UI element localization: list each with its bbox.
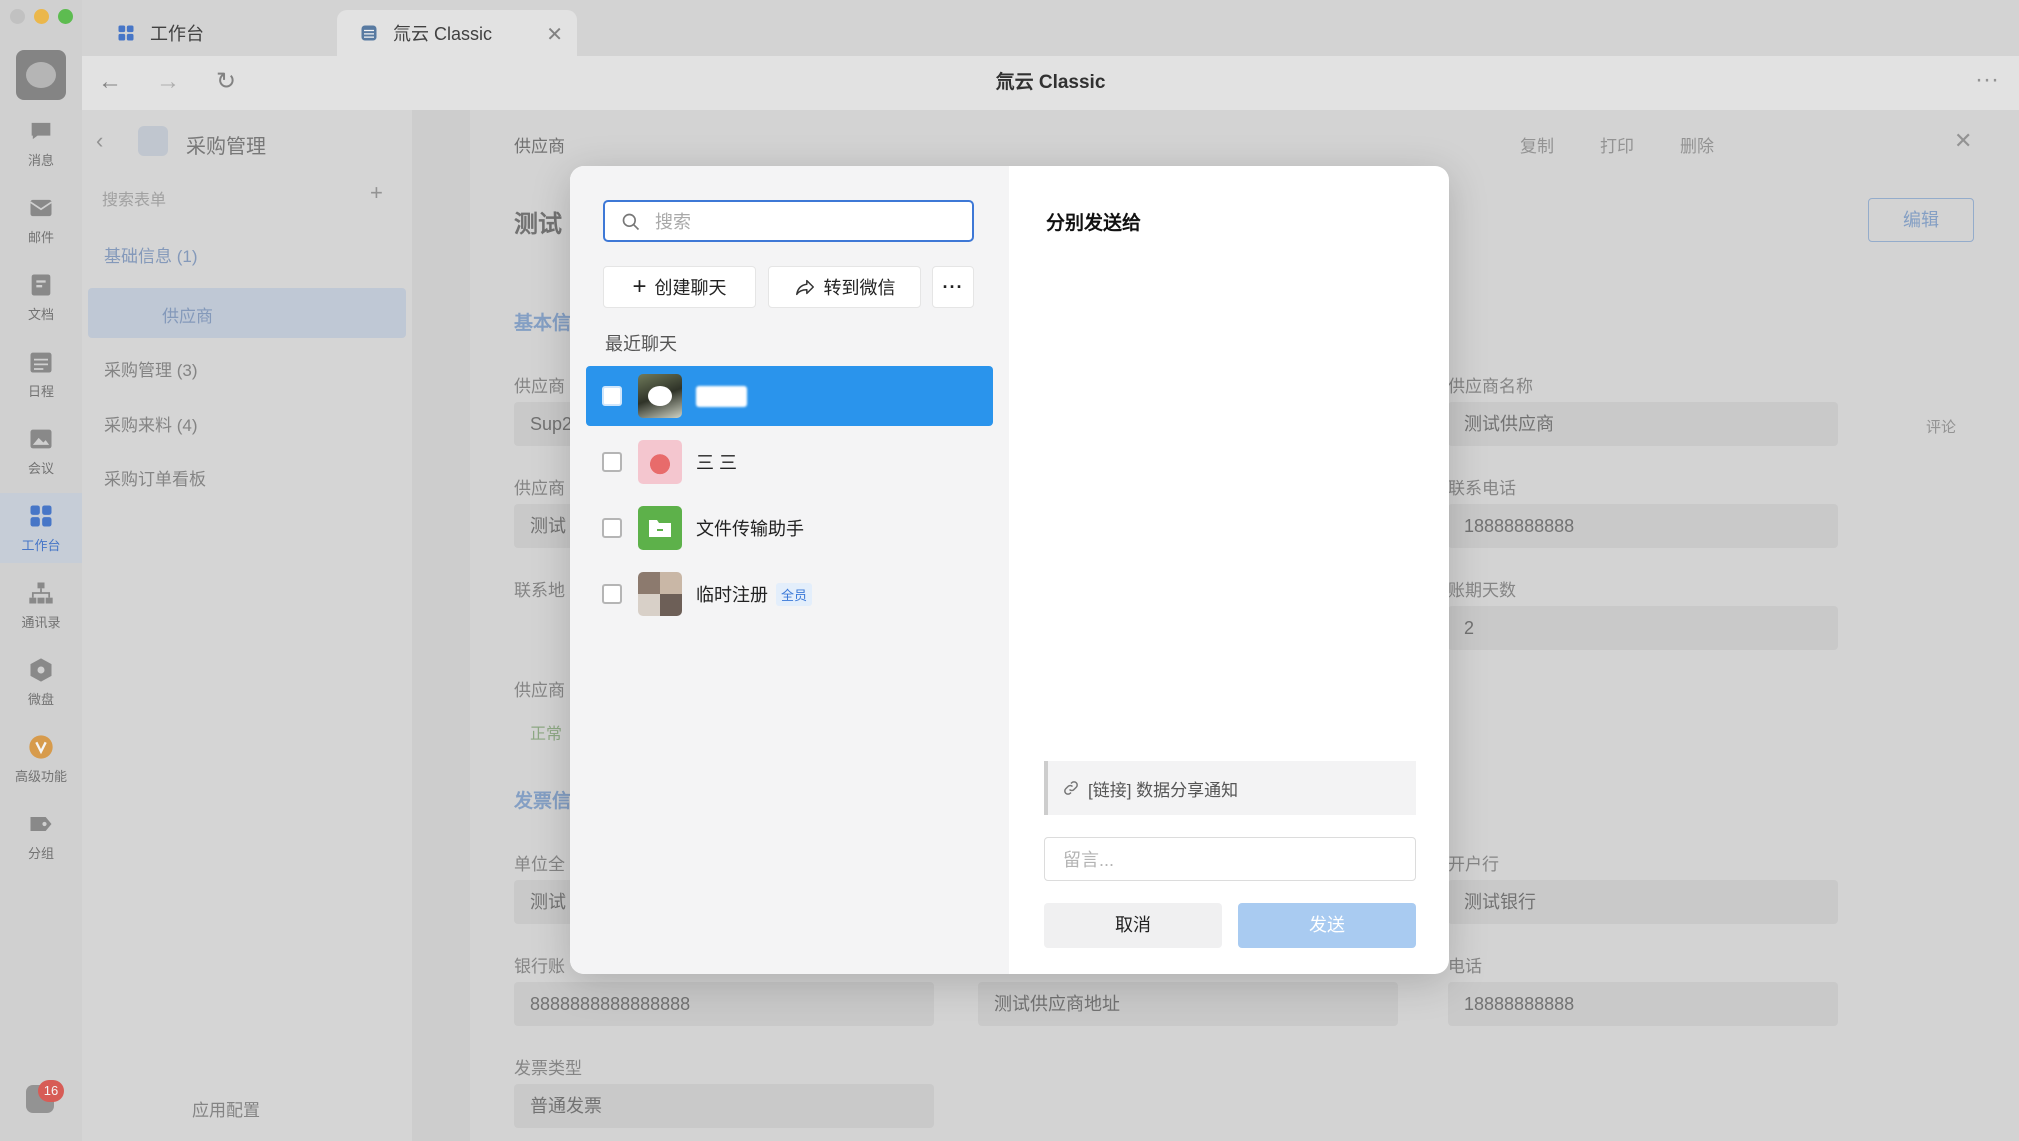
forward-wechat-button[interactable]: 转到微信 [768,266,921,308]
chat-search-box[interactable] [603,200,974,242]
cancel-button[interactable]: 取消 [1044,903,1222,948]
send-to-title: 分别发送给 [1046,213,1142,234]
send-button[interactable]: 发送 [1238,903,1416,948]
chat-avatar [638,572,682,616]
chat-row[interactable]: 临时注册 全员 [586,564,993,624]
chat-checkbox[interactable] [602,584,622,604]
chat-row[interactable]: 三 三 [586,432,993,492]
chat-row[interactable]: ████ [586,366,993,426]
chat-row[interactable]: 文件传输助手 [586,498,993,558]
all-members-badge: 全员 [776,582,813,606]
search-icon [622,213,640,231]
message-input[interactable] [1061,847,1395,873]
link-preview-card: [链接] 数据分享通知 [1044,761,1416,815]
chat-avatar [638,374,682,418]
chat-name: 三 三 [696,453,738,473]
plus-icon: + [632,273,647,300]
button-label: 创建聊天 [654,278,727,298]
chat-picker-pane: + 创建聊天 转到微信 ··· 最近聊天 ████ 三 三 文件传输助手 [570,166,1009,974]
message-field[interactable] [1044,837,1416,881]
chat-avatar [638,440,682,484]
recent-chats-label: 最近聊天 [605,334,677,354]
chat-checkbox[interactable] [602,518,622,538]
chat-name: 临时注册 [696,585,768,605]
more-options-button[interactable]: ··· [932,266,974,308]
chat-name: 文件传输助手 [696,519,804,539]
chat-search-input[interactable] [653,208,957,236]
file-transfer-icon [638,506,682,550]
chat-checkbox[interactable] [602,452,622,472]
share-dialog: + 创建聊天 转到微信 ··· 最近聊天 ████ 三 三 文件传输助手 [570,166,1449,974]
create-chat-button[interactable]: + 创建聊天 [603,266,756,308]
button-label: 转到微信 [823,278,896,298]
link-icon [1064,781,1078,795]
chat-name: ████ [696,385,748,407]
share-arrow-icon [795,279,814,296]
link-text: [链接] 数据分享通知 [1088,780,1239,800]
chat-checkbox[interactable] [602,386,622,406]
